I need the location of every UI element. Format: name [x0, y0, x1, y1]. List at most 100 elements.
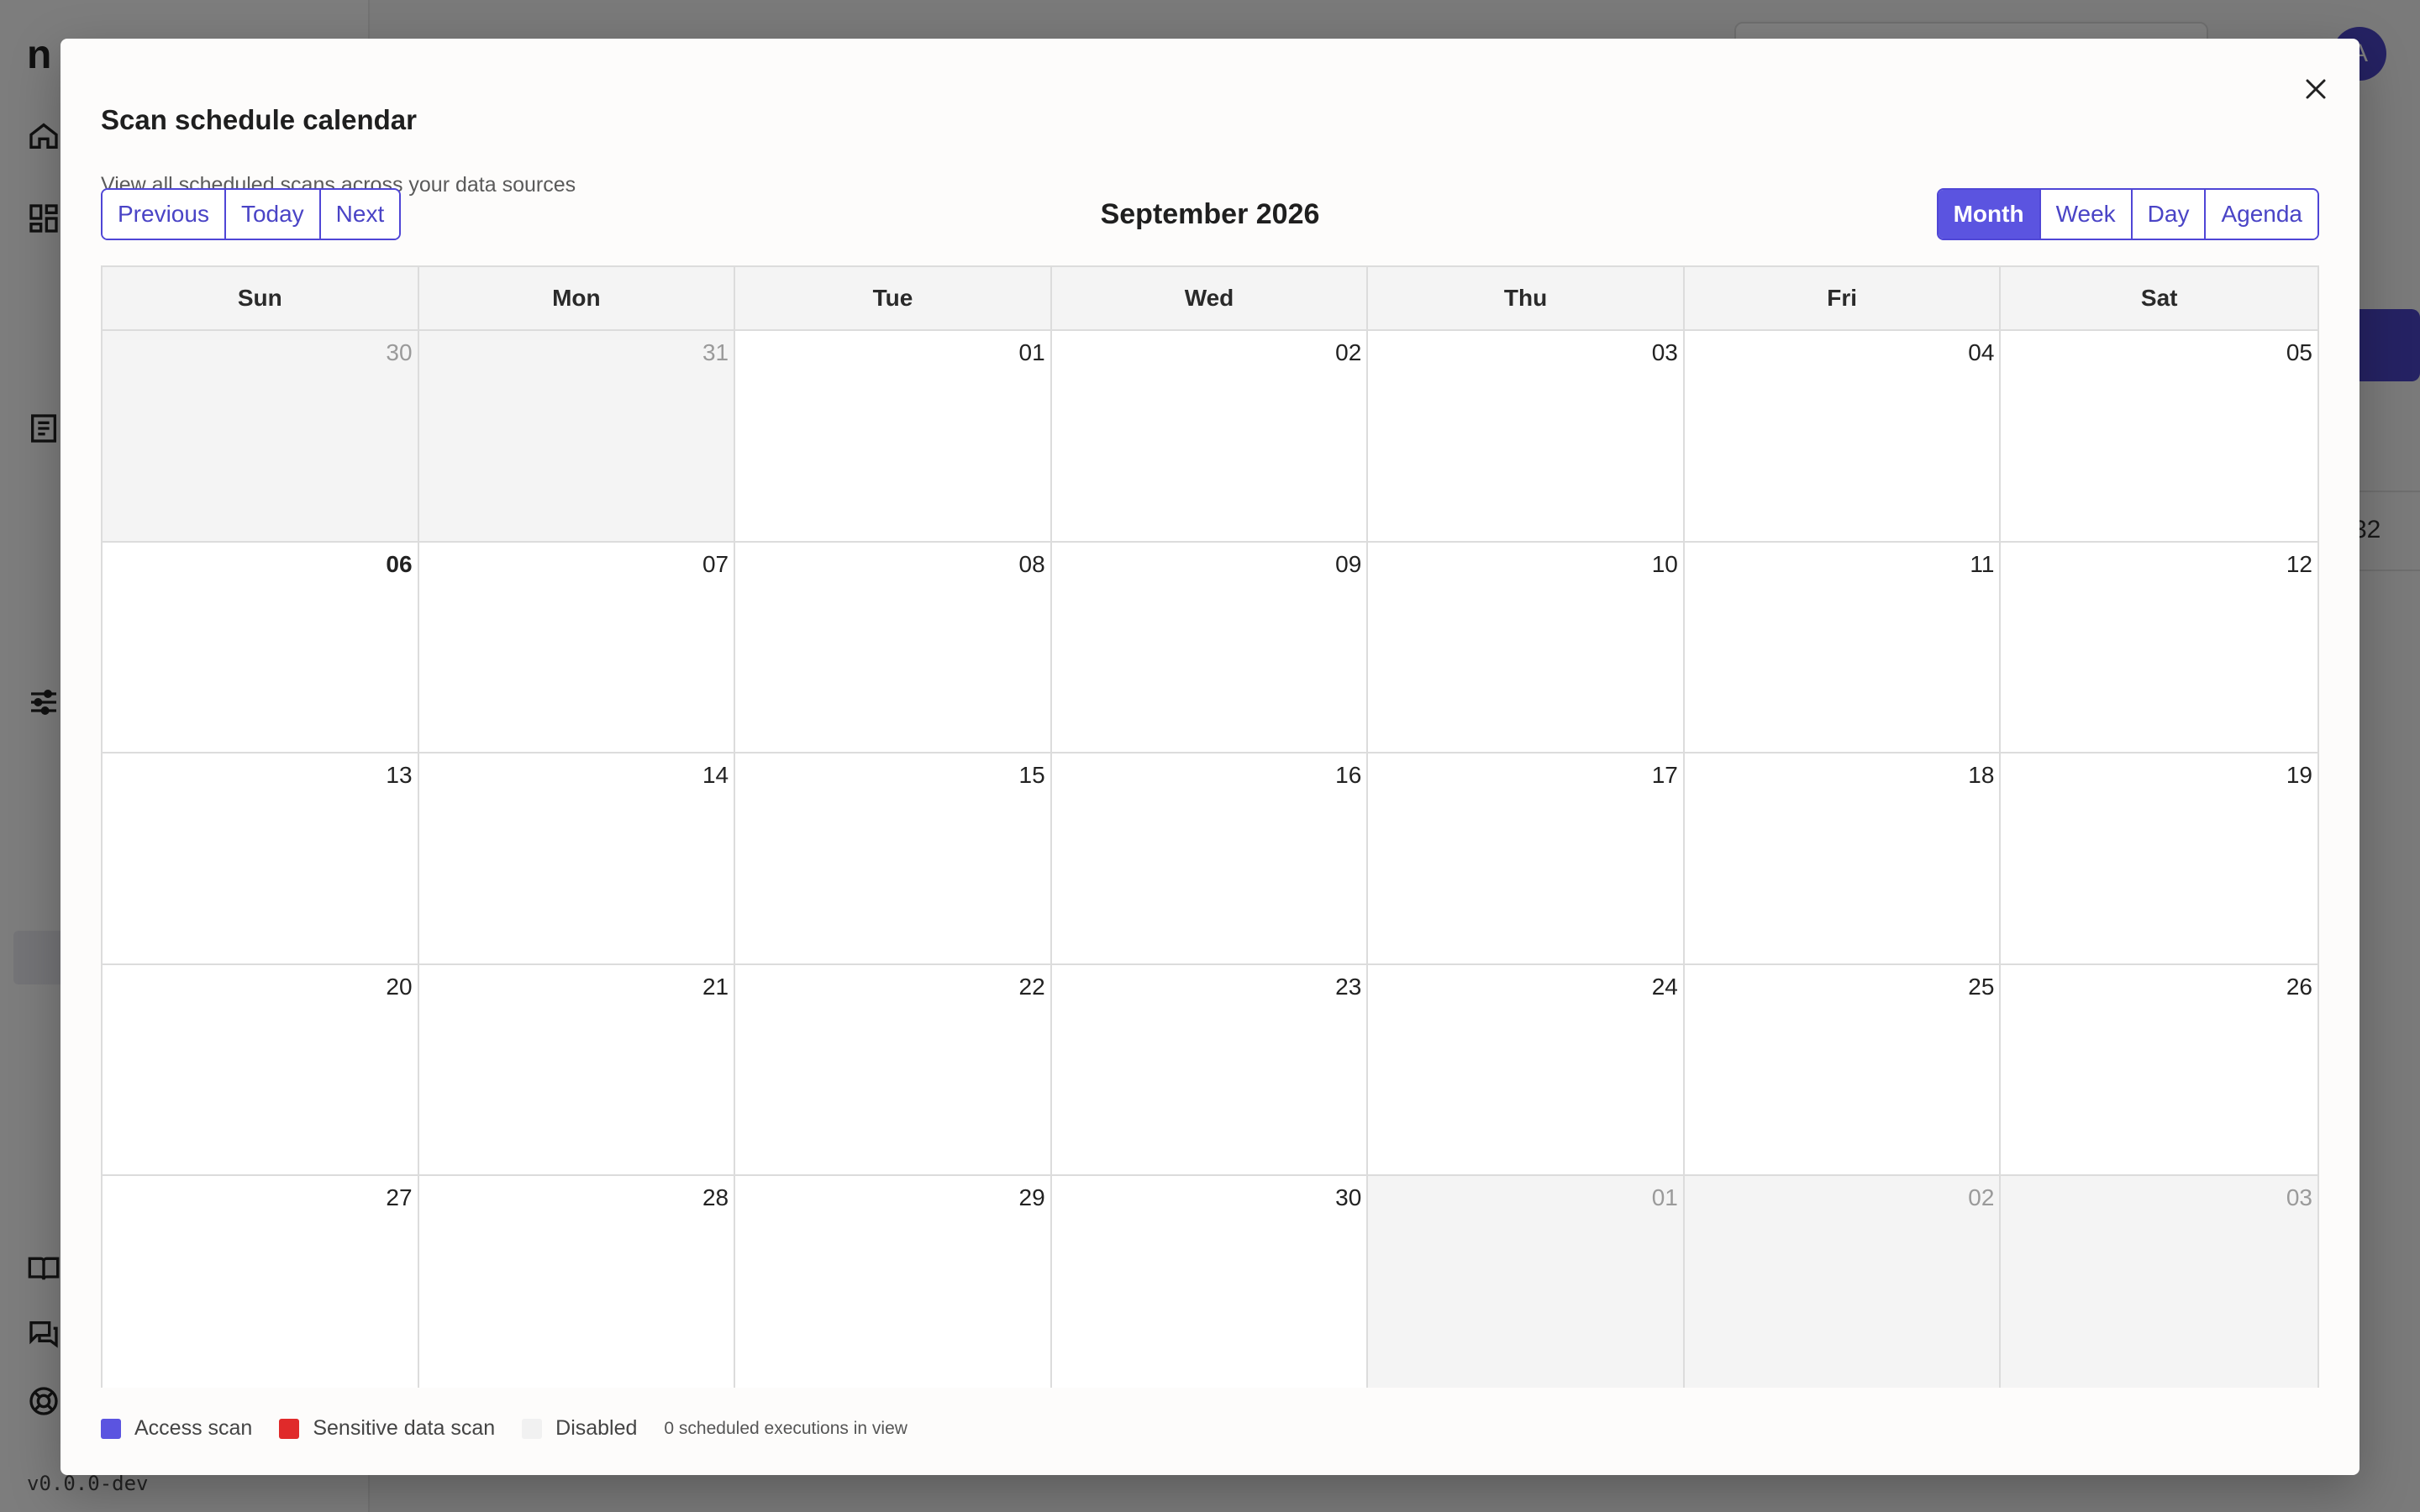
day-cell[interactable]: 04: [1684, 331, 2002, 543]
close-button[interactable]: [2292, 66, 2339, 113]
legend-item: Access scan: [101, 1416, 252, 1441]
weekday-sun: Sun: [103, 267, 419, 329]
day-number[interactable]: 22: [1019, 974, 1045, 1000]
day-number[interactable]: 10: [1652, 551, 1678, 578]
day-cell[interactable]: 02: [1051, 331, 1369, 543]
day-number[interactable]: 08: [1019, 551, 1045, 578]
day-number[interactable]: 26: [2286, 974, 2312, 1000]
weekday-thu: Thu: [1368, 267, 1685, 329]
day-cell[interactable]: 29: [735, 1176, 1052, 1388]
calendar-grid: 30 31 01 02 03 04 05 06 07 08 09 10 11 12 13 14 15 16 17 18…: [103, 331, 2317, 1388]
day-cell[interactable]: 01: [735, 331, 1052, 543]
legend-swatch: [101, 1418, 121, 1439]
day-number[interactable]: 05: [2286, 339, 2312, 366]
day-number[interactable]: 25: [1968, 974, 1994, 1000]
day-number[interactable]: 07: [702, 551, 729, 578]
view-week-button[interactable]: Week: [2040, 190, 2133, 239]
legend-swatch: [522, 1418, 543, 1439]
day-number[interactable]: 21: [702, 974, 729, 1000]
day-number[interactable]: 09: [1335, 551, 1361, 578]
day-cell[interactable]: 26: [2001, 964, 2317, 1177]
day-cell[interactable]: 27: [103, 1176, 419, 1388]
day-number[interactable]: 12: [2286, 551, 2312, 578]
close-icon: [2306, 79, 2326, 99]
day-number[interactable]: 02: [1968, 1184, 1994, 1211]
legend-label: Disabled: [555, 1416, 638, 1440]
legend-label: Sensitive data scan: [313, 1416, 496, 1440]
day-cell[interactable]: 09: [1051, 542, 1369, 754]
day-number[interactable]: 27: [386, 1184, 412, 1211]
day-cell[interactable]: 10: [1368, 542, 1685, 754]
day-number[interactable]: 01: [1652, 1184, 1678, 1211]
day-cell[interactable]: 12: [2001, 542, 2317, 754]
day-number[interactable]: 03: [2286, 1184, 2312, 1211]
view-switcher: Month Week Day Agenda: [1936, 188, 2319, 240]
day-number[interactable]: 18: [1968, 762, 1994, 789]
day-cell[interactable]: 06: [103, 542, 419, 754]
day-cell[interactable]: 01: [1368, 1176, 1685, 1388]
day-number[interactable]: 13: [386, 762, 412, 789]
weekday-mon: Mon: [419, 267, 736, 329]
legend-label: Access scan: [134, 1416, 253, 1440]
day-number[interactable]: 16: [1335, 762, 1361, 789]
day-number[interactable]: 23: [1335, 974, 1361, 1000]
day-cell[interactable]: 15: [735, 753, 1052, 965]
day-number[interactable]: 06: [386, 551, 412, 578]
day-cell[interactable]: 03: [1368, 331, 1685, 543]
day-number[interactable]: 01: [1019, 339, 1045, 366]
day-number[interactable]: 02: [1335, 339, 1361, 366]
day-number[interactable]: 11: [1970, 551, 1994, 578]
day-cell[interactable]: 24: [1368, 964, 1685, 1177]
day-number[interactable]: 31: [702, 339, 729, 366]
month-calendar: Sun Mon Tue Wed Thu Fri Sat 30 31 01 02 03 04 05 06 07…: [101, 265, 2319, 1388]
day-number[interactable]: 15: [1019, 762, 1045, 789]
view-agenda-button[interactable]: Agenda: [2206, 190, 2317, 239]
day-cell[interactable]: 30: [103, 331, 419, 543]
day-cell[interactable]: 17: [1368, 753, 1685, 965]
weekday-tue: Tue: [735, 267, 1052, 329]
day-cell[interactable]: 28: [418, 1176, 736, 1388]
day-cell[interactable]: 03: [2001, 1176, 2317, 1388]
day-number[interactable]: 24: [1652, 974, 1678, 1000]
day-cell[interactable]: 13: [103, 753, 419, 965]
day-cell[interactable]: 23: [1051, 964, 1369, 1177]
scheduled-count: 0 scheduled executions in view: [664, 1418, 908, 1438]
day-cell[interactable]: 31: [418, 331, 736, 543]
weekday-fri: Fri: [1685, 267, 2002, 329]
day-cell[interactable]: 22: [735, 964, 1052, 1177]
day-cell[interactable]: 07: [418, 542, 736, 754]
weekday-wed: Wed: [1052, 267, 1369, 329]
legend-item: Sensitive data scan: [279, 1416, 495, 1441]
day-cell[interactable]: 05: [2001, 331, 2317, 543]
day-cell[interactable]: 20: [103, 964, 419, 1177]
day-cell[interactable]: 02: [1684, 1176, 2002, 1388]
weekday-sat: Sat: [2140, 285, 2178, 311]
day-number[interactable]: 30: [386, 339, 412, 366]
day-cell[interactable]: 11: [1684, 542, 2002, 754]
day-cell[interactable]: 08: [735, 542, 1052, 754]
day-number[interactable]: 03: [1652, 339, 1678, 366]
day-cell[interactable]: 18: [1684, 753, 2002, 965]
modal-title: Scan schedule calendar: [101, 104, 418, 135]
day-number[interactable]: 14: [702, 762, 729, 789]
day-number[interactable]: 04: [1968, 339, 1994, 366]
legend-swatch: [279, 1418, 300, 1439]
day-cell[interactable]: 14: [418, 753, 736, 965]
day-cell[interactable]: 25: [1684, 964, 2002, 1177]
weekday-header: Sun Mon Tue Wed Thu Fri Sat: [103, 267, 2317, 331]
view-month-button[interactable]: Month: [1938, 190, 2041, 239]
day-number[interactable]: 19: [2286, 762, 2312, 789]
legend: Access scan Sensitive data scan Disabled 0 …: [101, 1416, 908, 1441]
legend-item: Disabled: [522, 1416, 637, 1441]
day-cell[interactable]: 30: [1051, 1176, 1369, 1388]
day-cell[interactable]: 21: [418, 964, 736, 1177]
scan-schedule-modal: Scan schedule calendar View all schedule…: [60, 39, 2360, 1475]
day-cell[interactable]: 16: [1051, 753, 1369, 965]
day-number[interactable]: 28: [702, 1184, 729, 1211]
day-number[interactable]: 17: [1652, 762, 1678, 789]
view-day-button[interactable]: Day: [2132, 190, 2207, 239]
day-number[interactable]: 30: [1335, 1184, 1361, 1211]
day-number[interactable]: 29: [1019, 1184, 1045, 1211]
day-number[interactable]: 20: [386, 974, 412, 1000]
day-cell[interactable]: 19: [2001, 753, 2317, 965]
